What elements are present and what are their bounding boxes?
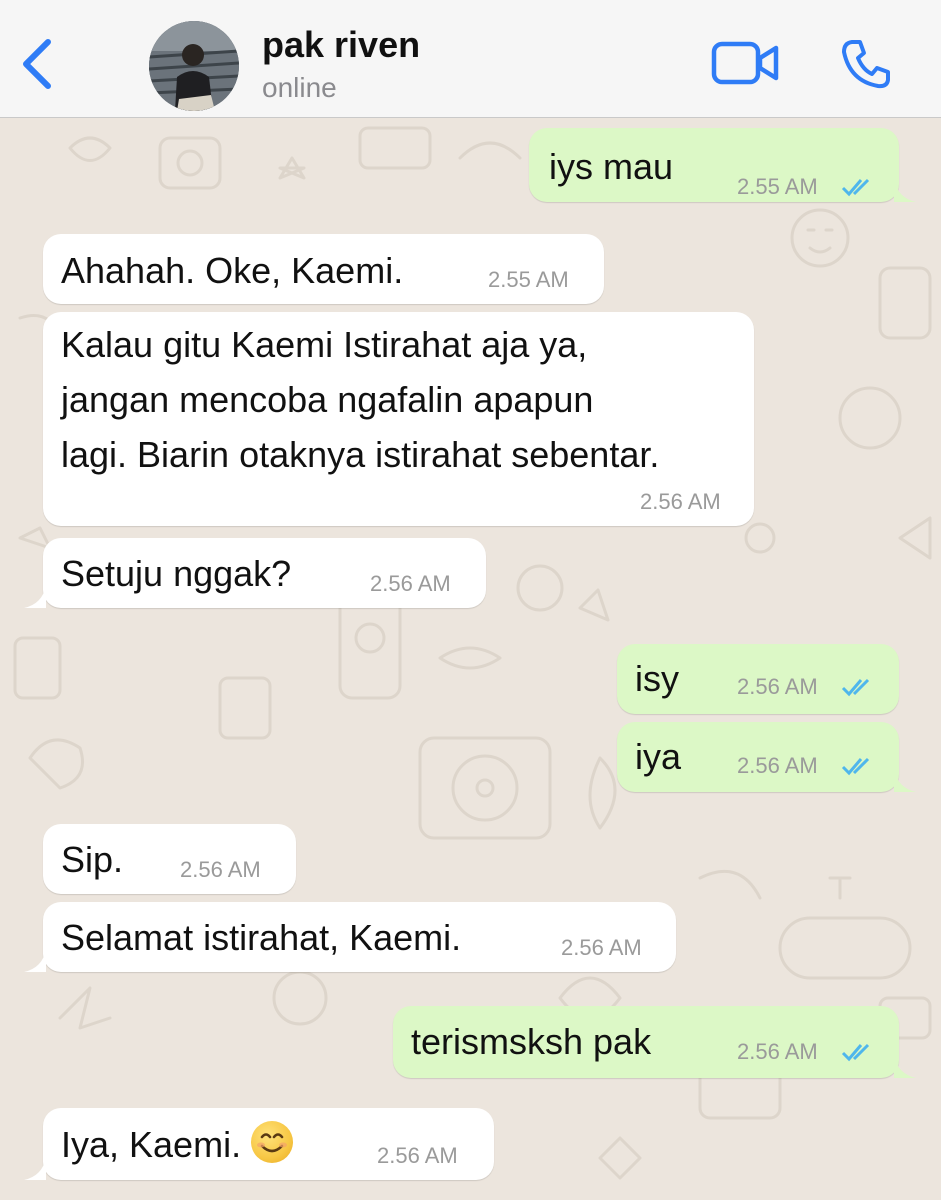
bubble-tail [894, 180, 916, 202]
chevron-left-icon [23, 39, 51, 89]
message-line: lagi. Biarin otaknya istirahat sebentar. [61, 434, 660, 475]
chat-header: pak riven online [0, 0, 941, 118]
message-time: 2.56 AM [377, 1143, 458, 1168]
double-check-icon [841, 757, 870, 776]
message-time: 2.56 AM [180, 857, 261, 882]
message-text: Setuju nggak? [61, 553, 292, 594]
message-bubble-incoming[interactable]: Sip. 2.56 AM [43, 824, 296, 894]
message-time: 2.56 AM [737, 753, 818, 778]
contact-name[interactable]: pak riven [262, 24, 420, 66]
bubble-tail [894, 770, 916, 792]
message-text: iys mau [549, 146, 674, 187]
smiling-face-emoji [251, 1121, 294, 1163]
message-bubble-incoming[interactable]: Iya, Kaemi. 2.56 AM [43, 1108, 494, 1180]
message-time: 2.56 AM [561, 935, 642, 960]
message-text: Sip. [61, 839, 124, 880]
message-line: Kalau gitu Kaemi Istirahat aja ya, [61, 324, 588, 365]
video-camera-icon [711, 41, 779, 85]
message-text: Ahahah. Oke, Kaemi. [61, 250, 404, 291]
message-list[interactable]: iys mau 2.55 AM Ahahah. Oke, Kaemi. 2.55… [0, 118, 941, 1200]
double-check-icon [841, 678, 870, 697]
back-button[interactable] [18, 36, 58, 92]
message-bubble-outgoing[interactable]: terismsksh pak 2.56 AM [393, 1006, 899, 1078]
phone-icon [842, 40, 890, 89]
message-line: jangan mencoba ngafalin apapun [61, 379, 594, 420]
bubble-tail [24, 950, 46, 972]
message-time: 2.56 AM [737, 1039, 818, 1064]
message-bubble-incoming[interactable]: Kalau gitu Kaemi Istirahat aja ya, janga… [43, 312, 754, 526]
bubble-tail [24, 1158, 46, 1180]
bubble-tail [894, 1056, 916, 1078]
message-text: Selamat istirahat, Kaemi. [61, 917, 462, 958]
message-time: 2.55 AM [488, 267, 569, 292]
double-check-icon [841, 178, 870, 197]
message-time: 2.56 AM [640, 489, 721, 514]
message-time: 2.55 AM [737, 174, 818, 199]
video-call-button[interactable] [710, 38, 780, 88]
message-bubble-outgoing[interactable]: isy 2.56 AM [617, 644, 899, 714]
message-bubble-incoming[interactable]: Selamat istirahat, Kaemi. 2.56 AM [43, 902, 676, 972]
message-text-content: Iya, Kaemi. [61, 1124, 242, 1165]
message-bubble-incoming[interactable]: Ahahah. Oke, Kaemi. 2.55 AM [43, 234, 604, 304]
message-bubble-outgoing[interactable]: iya 2.56 AM [617, 722, 899, 792]
message-bubble-incoming[interactable]: Setuju nggak? 2.56 AM [43, 538, 486, 608]
message-text: terismsksh pak [411, 1021, 652, 1062]
message-text: Iya, Kaemi. [61, 1118, 294, 1171]
message-text: iya [635, 736, 682, 777]
avatar-photo [149, 21, 239, 111]
message-time: 2.56 AM [737, 674, 818, 699]
message-time: 2.56 AM [370, 571, 451, 596]
message-text: Kalau gitu Kaemi Istirahat aja ya, janga… [61, 317, 659, 482]
message-bubble-outgoing[interactable]: iys mau 2.55 AM [529, 128, 899, 202]
voice-call-button[interactable] [838, 36, 894, 92]
double-check-icon [841, 1043, 870, 1062]
message-text: isy [635, 658, 679, 699]
contact-status: online [262, 72, 337, 103]
avatar[interactable] [149, 21, 239, 111]
bubble-tail [24, 586, 46, 608]
